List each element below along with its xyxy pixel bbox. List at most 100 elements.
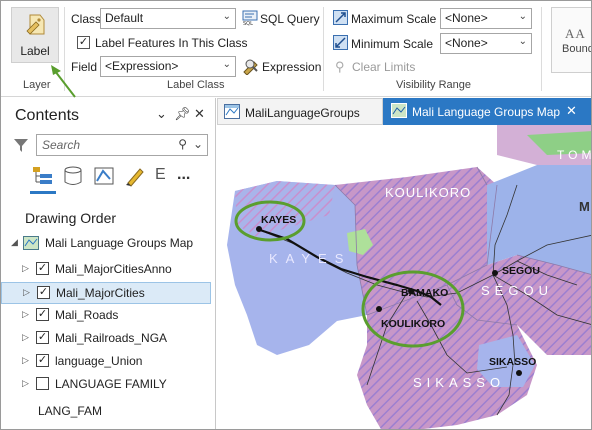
clear-limits-icon: ⚲ (335, 59, 345, 74)
drawing-order-heading: Drawing Order (25, 210, 117, 226)
tab-mali-language-groups[interactable]: MaliLanguageGroups (217, 98, 383, 125)
edge-label-tom: TOM (557, 148, 592, 162)
max-scale-icon (333, 10, 348, 25)
symbol-preview-caption: Bound (562, 43, 592, 55)
list-by-editing-icon[interactable] (124, 165, 146, 187)
region-label-segou: SÉGOU (481, 283, 553, 298)
label-features-checkbox[interactable]: ✓ (77, 36, 90, 49)
label-tag-icon (24, 12, 48, 38)
label-features-label: Label Features In This Class (95, 36, 248, 50)
max-scale-dropdown[interactable]: <None> ⌄ (440, 8, 532, 29)
visibility-range-group-label: Visibility Range (396, 79, 472, 91)
contents-title: Contents (15, 107, 80, 124)
legend-heading: LANG_FAM (38, 404, 103, 418)
layer-visibility-checkbox[interactable]: ✓ (37, 286, 50, 299)
map-canvas[interactable]: KOULIKORO KAYES SÉGOU SIKASSO TOM M KAYE… (217, 125, 592, 430)
layer-visibility-checkbox[interactable] (36, 377, 49, 390)
list-by-selection-icon[interactable] (93, 165, 115, 187)
city-label-koulikoro: KOULIKORO (381, 318, 445, 330)
chevron-down-icon: ⌄ (518, 11, 527, 22)
class-label: Class (71, 12, 102, 26)
tab-mali-language-groups-map[interactable]: Mali Language Groups Map ✕ (383, 98, 591, 125)
expand-triangle-icon[interactable]: ▷ (22, 378, 29, 389)
layer-row[interactable]: ▷ LANGUAGE FAMILY (1, 374, 211, 396)
layer-row[interactable]: ▷ ✓ Mali_Roads (1, 305, 211, 327)
city-point-koulikoro (376, 306, 382, 312)
layer-row[interactable]: ▷ ✓ Mali_MajorCitiesAnno (1, 259, 211, 281)
tab-label: Mali Language Groups Map (412, 105, 561, 119)
filter-icon[interactable] (13, 137, 29, 153)
contents-pane: Contents ⌄ 📌︎ ✕ Search ⚲ ⌄ E ... Drawing… (1, 98, 216, 429)
class-dropdown[interactable]: Default ⌄ (100, 8, 236, 29)
tab-label: MaliLanguageGroups (245, 106, 360, 120)
clear-limits-button[interactable]: Clear Limits (352, 60, 415, 74)
list-by-labeling-tab-cut[interactable]: E (155, 166, 166, 184)
layer-name: LANGUAGE FAMILY (55, 377, 167, 391)
layer-name: Mali_Railroads_NGA (55, 331, 168, 345)
label-button-text: Label (20, 44, 50, 58)
sql-query-button[interactable]: SQL Query (260, 12, 320, 26)
min-scale-label: Minimum Scale (351, 37, 434, 51)
label-button[interactable]: Label (11, 7, 59, 63)
map-entry-label: Mali Language Groups Map (45, 236, 194, 250)
city-point-kayes (256, 226, 262, 232)
sql-icon[interactable]: SQL (242, 10, 258, 27)
close-icon[interactable]: ✕ (194, 106, 205, 122)
city-label-segou: SEGOU (502, 265, 540, 277)
field-dropdown[interactable]: <Expression> ⌄ (100, 56, 236, 77)
search-input[interactable]: Search ⚲ ⌄ (36, 134, 208, 156)
layer-visibility-checkbox[interactable]: ✓ (36, 262, 49, 275)
layer-name: Mali_Roads (55, 308, 119, 322)
class-dropdown-value: Default (105, 11, 144, 25)
expand-triangle-icon[interactable]: ▷ (22, 263, 29, 274)
chevron-down-icon: ⌄ (222, 11, 231, 22)
search-placeholder: Search (42, 138, 81, 152)
layer-row[interactable]: ▷ ✓ Mali_Railroads_NGA (1, 328, 211, 350)
search-icon: ⚲ (178, 137, 187, 151)
expand-triangle-icon[interactable]: ▷ (22, 309, 29, 320)
layer-name: Mali_MajorCitiesAnno (55, 262, 172, 276)
ribbon: Label Layer Class Default ⌄ SQL SQL Quer… (1, 1, 592, 98)
list-by-source-icon[interactable] (62, 165, 84, 187)
layer-visibility-checkbox[interactable]: ✓ (36, 331, 49, 344)
layer-visibility-checkbox[interactable]: ✓ (36, 354, 49, 367)
expand-triangle-icon[interactable]: ▷ (22, 355, 29, 366)
expression-button[interactable]: Expression (262, 60, 321, 74)
map-entry[interactable]: ◢ Mali Language Groups Map (1, 233, 211, 255)
region-label-kayes: KAYES (269, 251, 351, 266)
more-options-icon[interactable]: ... (177, 166, 190, 184)
layer-name: language_Union (55, 354, 143, 368)
list-by-drawing-order-icon[interactable] (32, 165, 54, 187)
chevron-down-icon: ⌄ (192, 137, 203, 151)
active-tool-underline (30, 191, 56, 194)
expand-triangle-icon[interactable]: ▷ (22, 332, 29, 343)
city-point-segou (492, 270, 498, 276)
layer-visibility-checkbox[interactable]: ✓ (36, 308, 49, 321)
min-scale-dropdown[interactable]: <None> ⌄ (440, 33, 532, 54)
field-dropdown-value: <Expression> (105, 59, 179, 73)
chevron-down-icon: ⌄ (518, 36, 527, 47)
expression-icon[interactable] (242, 57, 260, 76)
symbol-gallery[interactable]: AA Bound (551, 7, 592, 73)
app-window: Label Layer Class Default ⌄ SQL SQL Quer… (0, 0, 592, 430)
city-label-sikasso: SIKASSO (489, 356, 536, 368)
expand-triangle-icon[interactable]: ◢ (11, 237, 18, 248)
chevron-down-icon: ⌄ (222, 59, 231, 70)
separator (323, 7, 324, 91)
layer-name: Mali_MajorCities (56, 286, 145, 300)
region-label-koulikoro: KOULIKORO (385, 185, 471, 200)
min-scale-icon (333, 35, 348, 50)
map-view[interactable]: KOULIKORO KAYES SÉGOU SIKASSO TOM M KAYE… (217, 125, 592, 430)
edge-label-m: M (579, 199, 590, 214)
city-point-sikasso (516, 370, 522, 376)
close-tab-icon[interactable]: ✕ (566, 103, 577, 119)
expand-triangle-icon[interactable]: ▷ (23, 287, 30, 298)
pin-icon[interactable]: 📌︎ (174, 106, 191, 122)
chevron-down-icon[interactable]: ⌄ (156, 106, 167, 122)
layer-row[interactable]: ▷ ✓ language_Union (1, 351, 211, 373)
city-label-bamako: BAMAKO (401, 287, 448, 299)
region-label-sikasso: SIKASSO (413, 375, 505, 390)
map-tab-icon (391, 103, 407, 118)
symbol-preview-text: AA (565, 26, 586, 41)
layer-row[interactable]: ▷ ✓ Mali_MajorCities (1, 282, 211, 304)
